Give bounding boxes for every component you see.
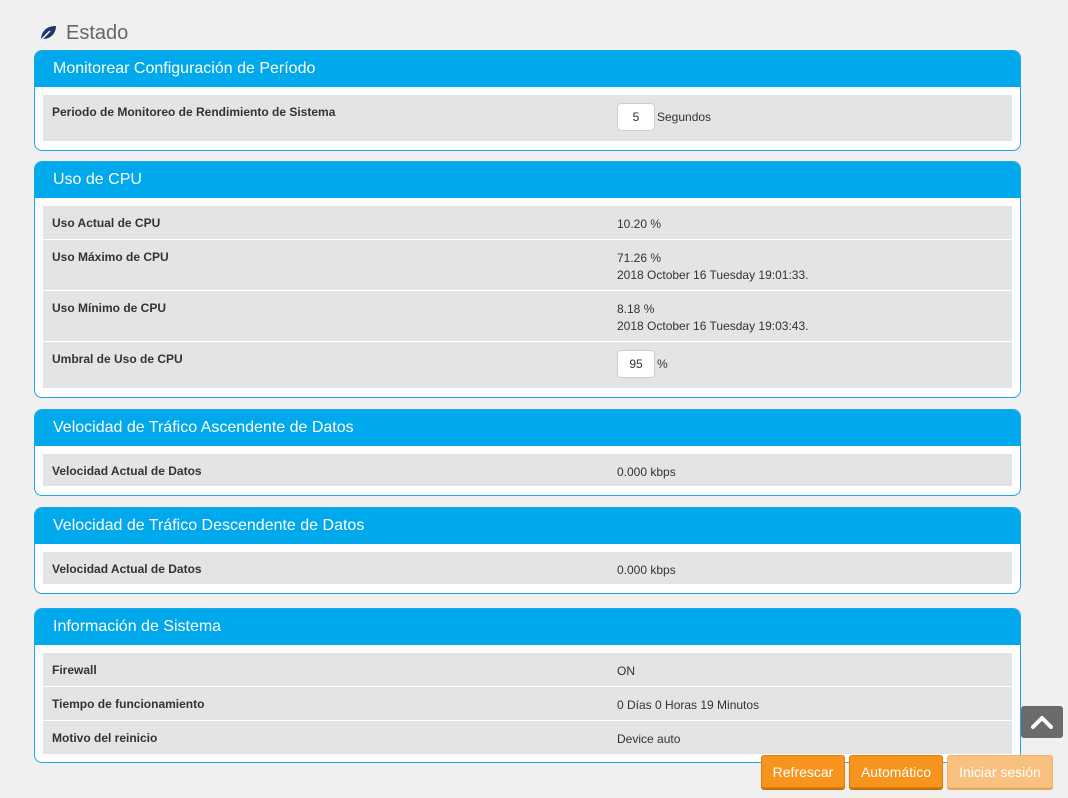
panel-title: Información de Sistema [35,609,1020,645]
cpu-max-row: Uso Máximo de CPU 71.26 % 2018 October 1… [43,240,1012,291]
cpu-usage-panel: Uso de CPU Uso Actual de CPU 10.20 % Uso… [34,161,1021,398]
row-label: Firewall [52,663,97,677]
row-label: Uso Mínimo de CPU [52,301,167,315]
upstream-rate-value: 0.000 kbps [617,465,676,479]
cpu-threshold-input[interactable] [617,350,655,378]
chevron-up-icon [1031,716,1053,729]
uptime-row: Tiempo de funcionamiento 0 Días 0 Horas … [43,687,1012,721]
unit-label: % [657,356,668,371]
cpu-max-value: 71.26 % [617,251,662,265]
cpu-min-row: Uso Mínimo de CPU 8.18 % 2018 October 16… [43,291,1012,342]
scroll-to-top-button[interactable] [1021,706,1063,738]
uptime-value: 0 Días 0 Horas 19 Minutos [617,698,760,712]
panel-title: Velocidad de Tráfico Descendente de Dato… [35,508,1020,544]
leaf-icon [39,26,56,42]
reboot-reason-value: Device auto [617,732,681,746]
row-label: Motivo del reinicio [52,731,158,745]
panel-title: Velocidad de Tráfico Ascendente de Datos [35,410,1020,446]
monitor-period-row: Periodo de Monitoreo de Rendimiento de S… [43,95,1012,142]
row-label: Periodo de Monitoreo de Rendimiento de S… [52,105,336,119]
firewall-row: Firewall ON [43,653,1012,687]
page-title: Estado [66,21,129,44]
monitor-period-input[interactable] [617,103,655,131]
row-label: Uso Actual de CPU [52,216,161,230]
row-label: Tiempo de funcionamiento [52,697,205,711]
firewall-value: ON [617,664,635,678]
downstream-rate-row: Velocidad Actual de Datos 0.000 kbps [43,552,1012,585]
row-label: Umbral de Uso de CPU [52,352,183,366]
auto-button[interactable]: Automático [849,755,943,788]
row-label: Velocidad Actual de Datos [52,464,202,478]
cpu-threshold-row: Umbral de Uso de CPU % [43,342,1012,389]
reboot-reason-row: Motivo del reinicio Device auto [43,721,1012,755]
row-label: Uso Máximo de CPU [52,250,169,264]
unit-label: Segundos [657,109,712,124]
panel-title: Uso de CPU [35,162,1020,198]
upstream-rate-row: Velocidad Actual de Datos 0.000 kbps [43,454,1012,487]
row-label: Velocidad Actual de Datos [52,562,202,576]
panel-title: Monitorear Configuración de Período [35,51,1020,87]
login-button[interactable]: Iniciar sesión [947,755,1053,788]
refresh-button[interactable]: Refrescar [761,755,845,788]
cpu-current-row: Uso Actual de CPU 10.20 % [43,206,1012,240]
downstream-traffic-panel: Velocidad de Tráfico Descendente de Dato… [34,507,1021,594]
downstream-rate-value: 0.000 kbps [617,563,676,577]
upstream-traffic-panel: Velocidad de Tráfico Ascendente de Datos… [34,409,1021,496]
cpu-current-value: 10.20 % [617,217,662,231]
cpu-min-value: 8.18 % [617,302,655,316]
cpu-max-time: 2018 October 16 Tuesday 19:01:33. [617,268,809,282]
monitor-config-panel: Monitorear Configuración de Período Peri… [34,50,1021,151]
system-info-panel: Información de Sistema Firewall ON Tiemp… [34,608,1021,763]
cpu-min-time: 2018 October 16 Tuesday 19:03:43. [617,319,809,333]
page-header: Estado [38,20,128,46]
